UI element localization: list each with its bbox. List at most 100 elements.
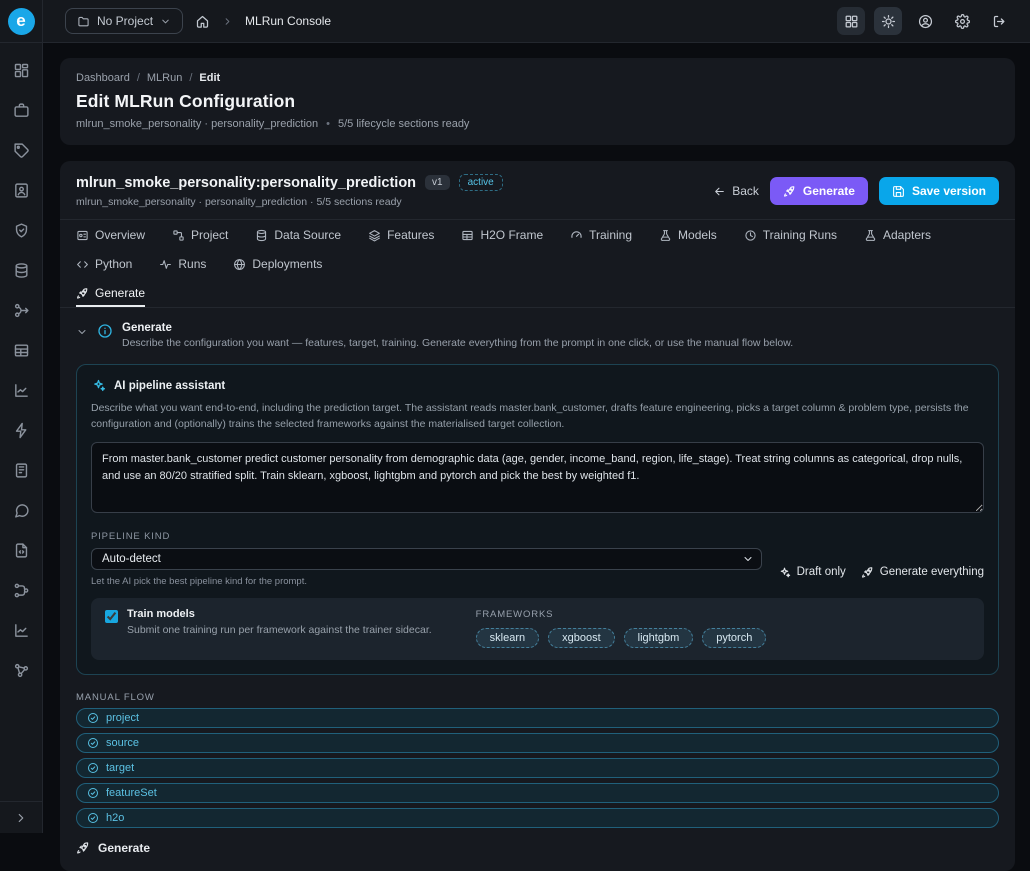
sparkles-icon xyxy=(91,378,106,393)
tab-training[interactable]: Training xyxy=(570,220,632,249)
sidebar-item-table[interactable] xyxy=(8,339,34,361)
database-icon xyxy=(13,262,30,279)
pipeline-kind-select[interactable]: Auto-detect xyxy=(91,548,762,570)
table-icon xyxy=(13,342,30,359)
project-selector[interactable]: No Project xyxy=(65,8,183,34)
tab-deployments[interactable]: Deployments xyxy=(233,249,322,278)
breadcrumb-dashboard[interactable]: Dashboard xyxy=(76,72,130,84)
breadcrumb-mlrun[interactable]: MLRun xyxy=(147,72,182,84)
flow-icon xyxy=(172,229,185,242)
tab-training-runs[interactable]: Training Runs xyxy=(744,220,837,249)
table-icon xyxy=(461,229,474,242)
chart-line-icon xyxy=(13,622,30,639)
page-status: 5/5 lifecycle sections ready xyxy=(338,118,469,130)
rocket-icon xyxy=(783,185,796,198)
tab-data-source[interactable]: Data Source xyxy=(255,220,341,249)
back-button[interactable]: Back xyxy=(713,184,759,198)
gear-icon xyxy=(955,14,970,29)
rocket-icon xyxy=(861,566,874,579)
flask-icon xyxy=(864,229,877,242)
tab-h2o-frame[interactable]: H2O Frame xyxy=(461,220,543,249)
sidebar-item-id-badge[interactable] xyxy=(8,179,34,201)
breadcrumb: Dashboard / MLRun / Edit xyxy=(76,72,999,84)
rocket-icon xyxy=(76,287,89,300)
save-version-button[interactable]: Save version xyxy=(879,177,999,205)
check-circle-icon xyxy=(87,762,99,774)
manual-flow-step-source[interactable]: source xyxy=(76,733,999,753)
framework-pill-xgboost[interactable]: xgboost xyxy=(548,628,615,648)
panel-icon xyxy=(76,229,89,242)
section-collapse-icon[interactable] xyxy=(76,326,88,338)
config-card: mlrun_smoke_personality:personality_pred… xyxy=(60,161,1015,871)
tab-generate[interactable]: Generate xyxy=(76,278,145,307)
generate-everything-button[interactable]: Generate everything xyxy=(861,566,984,579)
generate-section-title: Generate xyxy=(122,322,793,334)
manual-flow-step-project[interactable]: project xyxy=(76,708,999,728)
briefcase-icon xyxy=(13,102,30,119)
sidebar-item-briefcase[interactable] xyxy=(8,99,34,121)
logout-button[interactable] xyxy=(985,7,1013,35)
tab-runs[interactable]: Runs xyxy=(159,249,206,278)
sidebar-item-chart-line[interactable] xyxy=(8,379,34,401)
sidebar-item-chart-line[interactable] xyxy=(8,619,34,641)
sidebar-item-file-code[interactable] xyxy=(8,539,34,561)
apps-grid-button[interactable] xyxy=(837,7,865,35)
logout-icon xyxy=(992,14,1007,29)
sidebar-item-journal[interactable] xyxy=(8,459,34,481)
apps-grid-icon xyxy=(844,14,859,29)
tab-overview[interactable]: Overview xyxy=(76,220,145,249)
generate-section-description: Describe the configuration you want — fe… xyxy=(122,337,793,349)
theme-toggle-button[interactable] xyxy=(874,7,902,35)
sidebar-item-dashboard[interactable] xyxy=(8,59,34,81)
chart-line-icon xyxy=(13,382,30,399)
database-icon xyxy=(255,229,268,242)
layers-icon xyxy=(368,229,381,242)
pipeline-kind-help: Let the AI pick the best pipeline kind f… xyxy=(91,576,762,587)
manual-flow-step-target[interactable]: target xyxy=(76,758,999,778)
tab-python[interactable]: Python xyxy=(76,249,132,278)
sidebar-item-database[interactable] xyxy=(8,259,34,281)
framework-pill-pytorch[interactable]: pytorch xyxy=(702,628,766,648)
manual-flow-step-featureSet[interactable]: featureSet xyxy=(76,783,999,803)
nodes-icon xyxy=(13,662,30,679)
sidebar-expand-icon[interactable] xyxy=(14,811,28,825)
account-button[interactable] xyxy=(911,7,939,35)
app-logo[interactable]: e xyxy=(0,0,43,42)
frameworks-label: FRAMEWORKS xyxy=(476,609,767,620)
topbar-breadcrumb[interactable]: MLRun Console xyxy=(245,14,331,28)
id-badge-icon xyxy=(13,182,30,199)
manual-generate-button[interactable]: Generate xyxy=(76,841,150,855)
transform-icon xyxy=(13,302,30,319)
status-badge: active xyxy=(459,174,503,191)
tab-models[interactable]: Models xyxy=(659,220,717,249)
prompt-textarea[interactable]: From master.bank_customer predict custom… xyxy=(91,442,984,513)
history-icon xyxy=(744,229,757,242)
manual-flow-step-h2o[interactable]: h2o xyxy=(76,808,999,828)
check-circle-icon xyxy=(87,812,99,824)
sidebar-item-transform[interactable] xyxy=(8,299,34,321)
train-models-checkbox[interactable] xyxy=(105,610,118,623)
zap-icon xyxy=(13,422,30,439)
assistant-title: AI pipeline assistant xyxy=(114,380,225,392)
sidebar-item-workflow[interactable] xyxy=(8,579,34,601)
sidebar-item-shield-check[interactable] xyxy=(8,219,34,241)
draft-only-button[interactable]: Draft only xyxy=(778,566,846,579)
home-icon[interactable] xyxy=(195,14,210,29)
workflow-icon xyxy=(13,582,30,599)
sidebar-item-chat[interactable] xyxy=(8,499,34,521)
sidebar-item-nodes[interactable] xyxy=(8,659,34,681)
tab-row: Overview Project Data Source Features H2O Fr… xyxy=(76,220,999,278)
sidebar-item-zap[interactable] xyxy=(8,419,34,441)
framework-pill-lightgbm[interactable]: lightgbm xyxy=(624,628,694,648)
framework-pill-sklearn[interactable]: sklearn xyxy=(476,628,539,648)
settings-button[interactable] xyxy=(948,7,976,35)
sun-icon xyxy=(881,14,896,29)
manual-flow-list: project source target featureSet h2o xyxy=(76,708,999,828)
sidebar-item-tag[interactable] xyxy=(8,139,34,161)
tab-adapters[interactable]: Adapters xyxy=(864,220,931,249)
breadcrumb-edit: Edit xyxy=(199,72,220,84)
generate-button[interactable]: Generate xyxy=(770,177,868,205)
check-circle-icon xyxy=(87,737,99,749)
tab-features[interactable]: Features xyxy=(368,220,434,249)
tab-project[interactable]: Project xyxy=(172,220,228,249)
